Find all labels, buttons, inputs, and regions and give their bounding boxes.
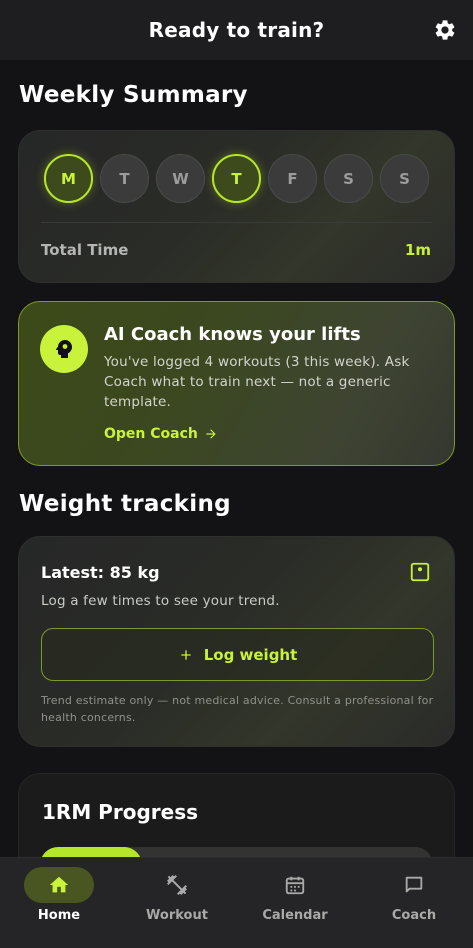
plus-icon [181, 649, 191, 660]
nav-calendar[interactable]: Calendar [236, 858, 354, 948]
open-coach-link[interactable]: Open Coach [104, 426, 218, 442]
day-saturday[interactable]: S [324, 154, 373, 203]
top-app-bar: Ready to train? [0, 0, 473, 60]
nav-calendar-label: Calendar [262, 908, 328, 923]
head-brain-icon [55, 340, 72, 358]
weight-tracking-card: Latest: 85 kg Log a few times to see you… [18, 536, 455, 747]
nav-home[interactable]: Home [0, 858, 118, 948]
nav-home-label: Home [37, 908, 81, 923]
day-friday[interactable]: F [268, 154, 317, 203]
bottom-navigation: Home Workout Calendar Coach [0, 857, 473, 948]
medical-disclaimer: Trend estimate only — not medical advice… [41, 694, 434, 724]
nav-coach-icon-wrap [379, 867, 449, 903]
nav-coach-label: Coach [391, 908, 437, 923]
day-monday[interactable]: M [44, 154, 93, 203]
ai-coach-card[interactable]: AI Coach knows your lifts You've logged … [18, 301, 455, 466]
nav-coach[interactable]: Coach [355, 858, 473, 948]
rm-progress-title: 1RM Progress [42, 800, 198, 824]
nav-workout-icon-wrap [142, 867, 212, 903]
app-root: Ready to train? Weekly Summary M T W T F… [0, 0, 473, 948]
weight-hint-text: Log a few times to see your trend. [41, 593, 280, 609]
nav-calendar-icon-wrap [260, 867, 330, 903]
gear-icon [435, 20, 455, 40]
weekly-summary-card: M T W T F S S Total Time 1m [18, 130, 455, 283]
log-weight-button[interactable]: Log weight [41, 628, 434, 681]
dumbbell-icon [167, 875, 187, 895]
coach-card-body: You've logged 4 workouts (3 this week). … [104, 354, 410, 410]
arrow-right-icon [206, 429, 216, 439]
total-time-value: 1m [404, 241, 431, 259]
latest-weight: Latest: 85 kg [41, 563, 160, 582]
scale-icon[interactable] [409, 561, 431, 583]
home-icon [49, 876, 69, 893]
log-weight-label: Log weight [203, 645, 298, 664]
coach-card-title: AI Coach knows your lifts [104, 324, 361, 345]
chat-icon [405, 876, 423, 893]
nav-workout[interactable]: Workout [118, 858, 236, 948]
nav-workout-label: Workout [146, 908, 208, 923]
day-tuesday[interactable]: T [100, 154, 149, 203]
total-time-label: Total Time [41, 241, 129, 259]
weekly-summary-title: Weekly Summary [19, 82, 248, 108]
day-wednesday[interactable]: W [156, 154, 205, 203]
settings-button[interactable] [431, 16, 459, 44]
week-days-row: M T W T F S S [44, 154, 429, 203]
weight-tracking-title: Weight tracking [19, 491, 231, 517]
day-thursday[interactable]: T [212, 154, 261, 203]
calendar-icon [285, 876, 305, 895]
open-coach-label: Open Coach [104, 426, 198, 442]
page-title: Ready to train? [148, 18, 325, 42]
nav-home-indicator [24, 867, 94, 903]
day-sunday[interactable]: S [380, 154, 429, 203]
coach-avatar [40, 325, 88, 373]
divider [41, 222, 432, 223]
